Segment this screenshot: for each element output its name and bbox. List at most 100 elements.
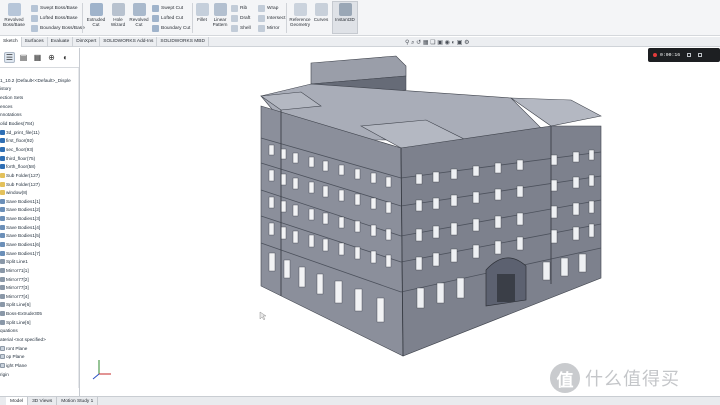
tree-item-label: Split Line[6] <box>6 302 31 308</box>
display-style-icon[interactable]: ▣ <box>437 40 443 46</box>
tree-item[interactable]: ight Plane <box>0 361 79 370</box>
tree-item[interactable]: Save Bodies1[2] <box>0 206 79 215</box>
tree-item[interactable]: Save Bodies1[1] <box>0 197 79 206</box>
feat-icon <box>0 319 5 325</box>
revolved-cut-button[interactable]: Revolved Cut <box>129 3 149 27</box>
tree-item[interactable]: Boss-Extrude305 <box>0 309 79 318</box>
building-model[interactable] <box>81 48 720 396</box>
tree-item[interactable]: Split Line1 <box>0 257 79 266</box>
instant3d-button[interactable]: Instant3D <box>333 3 357 22</box>
tree-item[interactable]: forth_floor(58) <box>0 162 79 171</box>
linear-pattern-button[interactable]: Linear Pattern <box>211 3 229 27</box>
tree-item[interactable]: quations <box>0 327 79 336</box>
previous-view-icon[interactable]: ↺ <box>416 40 421 46</box>
tree-item-label: forth_floor(58) <box>6 164 36 170</box>
tree-item-label: ences <box>0 103 13 109</box>
tree-item[interactable]: Mirror77[2] <box>0 275 79 284</box>
tree-item[interactable]: Split Line[6] <box>0 318 79 327</box>
heads-up-view-toolbar: ⚲ ⌕ ↺ ▦ ❏ ▣ ◉ ◐ ▣ ⚙ <box>405 39 470 47</box>
tree-item[interactable]: olid Bodies(784) <box>0 119 79 128</box>
feature-manager-panel: ☰ ▤ ▦ ⊕ ◐ 1_10.2 (Default<<Default>_Disp… <box>0 48 80 396</box>
tree-item[interactable]: Split Line[6] <box>0 301 79 310</box>
dimxpert-manager-tab-icon[interactable]: ⊕ <box>46 52 57 63</box>
tab-model[interactable]: Model <box>6 397 29 405</box>
tab-evaluate[interactable]: Evaluate <box>48 37 74 47</box>
hole-wizard-button[interactable]: Hole Wizard <box>109 3 127 27</box>
tree-item[interactable]: Sub Folder(127) <box>0 180 79 189</box>
boundary-cut-button[interactable]: Boundary Cut <box>152 25 190 32</box>
fold-icon <box>0 172 5 178</box>
tree-scrollbar[interactable] <box>78 68 79 388</box>
swept-cut-button[interactable]: Swept Cut <box>152 5 183 12</box>
tree-item-label: ection Sets <box>0 95 24 101</box>
property-manager-tab-icon[interactable]: ▤ <box>18 52 29 63</box>
tree-item[interactable]: ences <box>0 102 79 111</box>
tree-item[interactable]: aterial <not specified> <box>0 335 79 344</box>
tree-item[interactable]: sec_floor(93) <box>0 145 79 154</box>
view-settings-icon[interactable]: ⚙ <box>464 40 469 46</box>
tree-item[interactable]: ront Plane <box>0 344 79 353</box>
rib-button[interactable]: Rib <box>231 5 247 12</box>
tree-item[interactable]: Save Bodies1[3] <box>0 214 79 223</box>
tree-item[interactable]: Mirror77[4] <box>0 292 79 301</box>
tree-filter[interactable] <box>0 68 79 76</box>
tree-item[interactable]: Mirror71[1] <box>0 266 79 275</box>
scene-icon[interactable]: ▣ <box>457 40 463 46</box>
boundary-boss-button[interactable]: Boundary Boss/Base <box>31 25 85 32</box>
tree-item[interactable]: Save Bodies1[4] <box>0 223 79 232</box>
revolved-boss-button[interactable]: Revolved Boss/Base <box>3 3 25 27</box>
tree-item[interactable]: third_floor(75) <box>0 154 79 163</box>
tree-item-label: Save Bodies1[1] <box>6 198 41 204</box>
extruded-cut-button[interactable]: Extruded Cut <box>86 3 106 27</box>
tree-item[interactable]: Save Bodies1[5] <box>0 232 79 241</box>
display-manager-tab-icon[interactable]: ◐ <box>60 52 71 63</box>
zoom-to-fit-icon[interactable]: ⚲ <box>405 40 409 46</box>
section-view-icon[interactable]: ▦ <box>423 40 429 46</box>
tab-surfaces[interactable]: Surfaces <box>22 37 48 47</box>
tab-3d-views[interactable]: 3D Views <box>28 397 58 405</box>
reference-geometry-button[interactable]: Reference Geometry <box>289 3 311 27</box>
shell-button[interactable]: Shell <box>231 25 251 32</box>
tree-item[interactable]: op Plane <box>0 353 79 362</box>
appearance-icon[interactable]: ◐ <box>452 40 456 46</box>
zoom-area-icon[interactable]: ⌕ <box>411 40 414 46</box>
rib-icon <box>231 5 238 12</box>
tree-item[interactable]: Sub Folder(127) <box>0 171 79 180</box>
intersect-button[interactable]: Intersect <box>258 15 285 22</box>
fillet-button[interactable]: Fillet <box>195 3 209 22</box>
hide-show-icon[interactable]: ◉ <box>445 40 450 46</box>
tree-item[interactable]: Save Bodies1[6] <box>0 240 79 249</box>
tree-item[interactable]: 1_10.2 (Default<<Default>_Disple <box>0 76 79 85</box>
configuration-manager-tab-icon[interactable]: ▦ <box>32 52 43 63</box>
tree-item[interactable]: window(8) <box>0 188 79 197</box>
tree-item[interactable]: 3d_print_file(11) <box>0 128 79 137</box>
tree-item[interactable]: istory <box>0 85 79 94</box>
wrap-button[interactable]: Wrap <box>258 5 278 12</box>
tab-sketch[interactable]: Sketch <box>0 37 22 47</box>
tree-item[interactable]: ection Sets <box>0 93 79 102</box>
tab-motion-study[interactable]: Motion Study 1 <box>57 397 99 405</box>
stop-icon[interactable] <box>698 53 703 57</box>
swept-boss-button[interactable]: Swept Boss/Base <box>31 5 78 12</box>
graphics-area[interactable] <box>81 48 720 396</box>
lofted-cut-button[interactable]: Lofted Cut <box>152 15 183 22</box>
tab-dimxpert[interactable]: DimXpert <box>73 37 101 47</box>
tree-item[interactable]: Mirror77[3] <box>0 283 79 292</box>
feature-manager-tab-icon[interactable]: ☰ <box>4 52 15 63</box>
tree-item[interactable]: Save Bodies1[7] <box>0 249 79 258</box>
view-orientation-icon[interactable]: ❏ <box>430 40 435 46</box>
mirror-button[interactable]: Mirror <box>258 25 280 32</box>
tab-solidworks-add-ins[interactable]: SOLIDWORKS Add-Ins <box>100 37 158 47</box>
draft-icon <box>231 15 238 22</box>
tree-item[interactable]: first_floor(92) <box>0 136 79 145</box>
tree-item-label: first_floor(92) <box>6 138 34 144</box>
tree-item[interactable]: rigin <box>0 370 79 379</box>
draft-button[interactable]: Draft <box>231 15 250 22</box>
tab-solidworks-mbd[interactable]: SOLIDWORKS MBD <box>157 37 209 47</box>
lofted-boss-button[interactable]: Lofted Boss/Base <box>31 15 78 22</box>
manager-tabs: ☰ ▤ ▦ ⊕ ◐ <box>0 48 79 68</box>
tree-item[interactable]: nnotations <box>0 111 79 120</box>
pause-icon[interactable] <box>687 53 692 57</box>
curves-button[interactable]: Curves <box>313 3 329 22</box>
tree-item-label: istory <box>0 86 12 92</box>
